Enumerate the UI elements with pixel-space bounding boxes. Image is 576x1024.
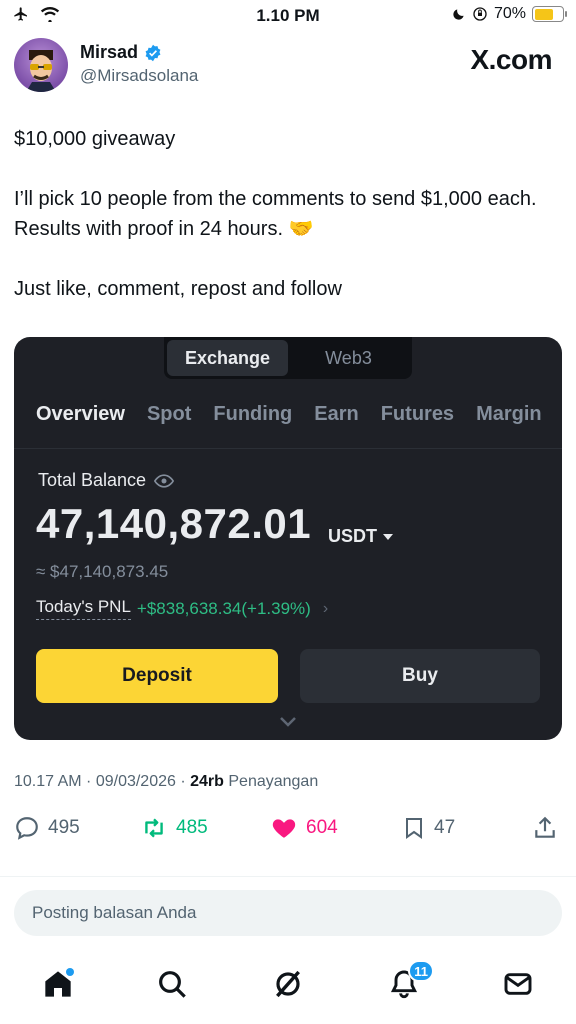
post-text-line: $10,000 giveaway bbox=[14, 128, 176, 150]
battery-percent: 70% bbox=[493, 5, 526, 22]
home-unread-dot bbox=[66, 968, 74, 976]
wallet-tabs: Overview Spot Funding Earn Futures Margi… bbox=[36, 403, 542, 426]
bookmark-button[interactable]: 47 bbox=[402, 815, 455, 841]
reply-input[interactable]: Posting balasan Anda bbox=[14, 890, 562, 936]
nav-messages[interactable] bbox=[500, 966, 536, 1002]
author-handle: @Mirsadsolana bbox=[80, 66, 199, 85]
reply-icon bbox=[16, 817, 38, 840]
post-text: $10,000 giveaway I’ll pick 10 people fro… bbox=[14, 124, 562, 334]
repost-button[interactable]: 485 bbox=[140, 815, 208, 841]
balance-value: 47,140,872.01 bbox=[36, 500, 312, 547]
author-name-line: Mirsad bbox=[80, 42, 162, 63]
balance-usd: ≈ $47,140,873.45 bbox=[36, 562, 169, 581]
tab-spot[interactable]: Spot bbox=[147, 403, 191, 426]
like-count: 604 bbox=[306, 817, 338, 838]
balance-unit: USDT bbox=[328, 526, 377, 546]
bookmark-count: 47 bbox=[434, 817, 456, 838]
reply-placeholder: Posting balasan Anda bbox=[32, 903, 197, 922]
views-count[interactable]: 24rb bbox=[190, 773, 224, 790]
tab-funding[interactable]: Funding bbox=[213, 403, 292, 426]
heart-icon bbox=[272, 819, 296, 838]
nav-home[interactable] bbox=[40, 966, 76, 1002]
nav-grok[interactable] bbox=[270, 966, 306, 1002]
nav-notifications[interactable]: 11 bbox=[386, 960, 434, 1002]
status-right: 70% bbox=[452, 5, 567, 23]
reply-button[interactable]: 495 bbox=[14, 815, 80, 841]
buy-button[interactable]: Buy bbox=[300, 649, 540, 703]
reply-count: 495 bbox=[48, 817, 80, 838]
balance-unit-selector[interactable]: USDT bbox=[328, 526, 393, 547]
segment-control: Exchange Web3 bbox=[164, 337, 412, 379]
deposit-button[interactable]: Deposit bbox=[36, 649, 278, 703]
like-button[interactable]: 604 bbox=[270, 815, 338, 841]
views-label: Penayangan bbox=[223, 773, 319, 790]
embedded-image[interactable]: Exchange Web3 Overview Spot Funding Earn… bbox=[14, 337, 562, 740]
author-name[interactable]: Mirsad bbox=[80, 42, 138, 63]
chevron-down-icon[interactable] bbox=[278, 715, 298, 729]
notification-badge: 11 bbox=[408, 960, 434, 982]
post-actions: 495 485 604 47 bbox=[14, 815, 562, 849]
balance-label-row: Total Balance bbox=[38, 470, 175, 491]
repost-icon bbox=[145, 818, 163, 838]
avatar[interactable] bbox=[14, 38, 68, 92]
pnl-label: Today's PNL bbox=[36, 597, 131, 620]
divider bbox=[0, 876, 576, 877]
status-bar: 1.10 PM 70% bbox=[0, 0, 576, 34]
tabs-divider bbox=[14, 448, 562, 449]
nav-search[interactable] bbox=[154, 966, 190, 1002]
post-meta: 10.17 AM · 09/03/2026 · 24rb Penayangan bbox=[14, 773, 318, 791]
tab-earn[interactable]: Earn bbox=[314, 403, 358, 426]
post-text-line: Just like, comment, repost and follow bbox=[14, 278, 342, 300]
post-header: Mirsad @Mirsadsolana X.com bbox=[14, 38, 562, 94]
verified-badge-icon bbox=[145, 44, 161, 61]
share-icon bbox=[535, 816, 555, 838]
pnl-value: +$838,638.34(+1.39%) bbox=[136, 598, 311, 618]
segment-exchange[interactable]: Exchange bbox=[167, 340, 288, 376]
caret-down-icon bbox=[383, 533, 393, 540]
balance-label: Total Balance bbox=[38, 470, 147, 490]
tab-margin[interactable]: Margin bbox=[476, 403, 542, 426]
eye-icon[interactable] bbox=[154, 473, 175, 488]
repost-count: 485 bbox=[176, 817, 208, 838]
tab-futures[interactable]: Futures bbox=[381, 403, 454, 426]
segment-web3[interactable]: Web3 bbox=[288, 340, 409, 376]
bottom-nav: 11 bbox=[0, 958, 576, 1018]
tab-overview[interactable]: Overview bbox=[36, 403, 125, 426]
bookmark-icon bbox=[406, 818, 422, 839]
brand-logo: X.com bbox=[470, 44, 552, 75]
moon-icon bbox=[453, 9, 464, 20]
chevron-right-icon: › bbox=[322, 599, 329, 617]
grok-icon bbox=[276, 970, 300, 998]
search-icon bbox=[159, 971, 186, 998]
post-timestamp: 10.17 AM · 09/03/2026 · bbox=[14, 773, 191, 790]
pnl-row[interactable]: Today's PNL +$838,638.34(+1.39%) › bbox=[36, 597, 328, 620]
mail-icon bbox=[504, 973, 532, 995]
post-text-line: I’ll pick 10 people from the comments to… bbox=[14, 188, 537, 240]
orientation-lock-icon bbox=[473, 7, 487, 21]
battery-icon bbox=[532, 6, 567, 22]
share-button[interactable] bbox=[532, 815, 558, 841]
